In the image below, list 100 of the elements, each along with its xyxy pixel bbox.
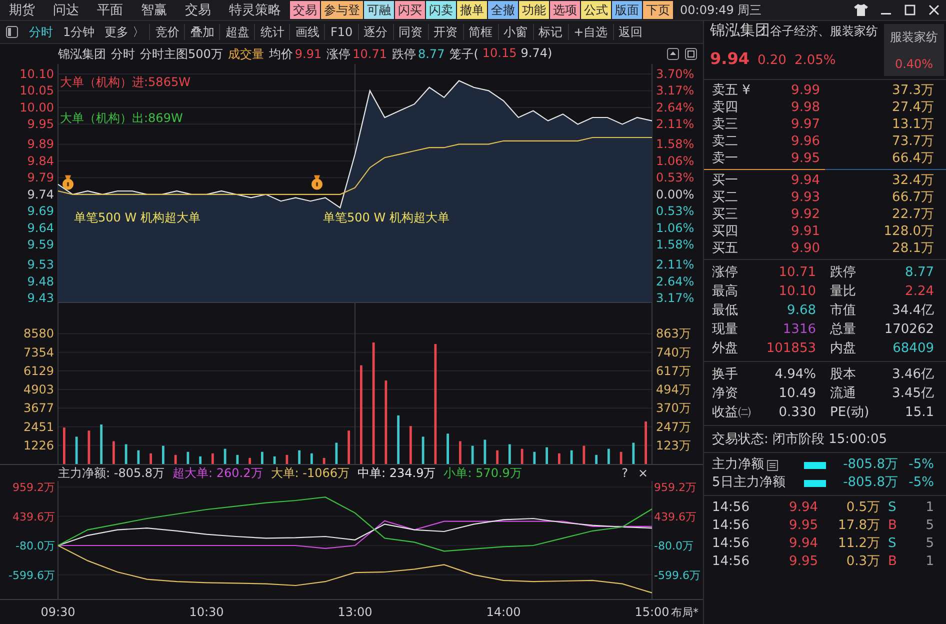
field-value: 10.15 (482, 46, 517, 62)
axis-label: 10.00 (20, 100, 54, 114)
stat-value: 10.49 (778, 385, 816, 403)
axis-label: -80.0万 (654, 540, 694, 553)
axis-label: 9.84 (27, 154, 54, 168)
stat-label: 外盘 (712, 340, 739, 358)
order-level-label: 卖一 (712, 150, 739, 167)
annotation-label: 单笔500 W 机构超大单 (323, 210, 450, 224)
flow-note: 大单（机构）出:869W (60, 111, 183, 125)
order-volume: 73.7万 (891, 133, 934, 150)
field-label: 笼子( (450, 46, 478, 62)
sector-change: 0.40% (894, 56, 934, 71)
axis-label: 3677 (23, 401, 54, 416)
stock-name: 锦泓集团 (58, 46, 106, 62)
trade-time: 14:56 (712, 499, 750, 517)
stat-label: 净资 (712, 385, 739, 403)
order-volume: 128.0万 (882, 223, 934, 240)
trading-status: 交易状态: 闭市阶段 15:00:05 (712, 432, 888, 447)
axis-label: 0.53% (656, 204, 694, 218)
order-volume: 13.1万 (891, 116, 934, 133)
trade-volume: 0.3万 (845, 553, 880, 571)
trade-count: 5 (924, 535, 934, 553)
axis-label: 959.2万 (12, 481, 55, 494)
field-value: 10.71 (352, 47, 387, 61)
trade-time: 14:56 (712, 553, 750, 571)
axis-label: 9.53 (27, 258, 54, 272)
axis-label: 10.05 (20, 84, 54, 98)
stat-label: 最低 (712, 302, 739, 320)
order-level-label: 卖三 (712, 116, 739, 133)
axis-label: 9.95 (27, 117, 54, 132)
trade-volume: 0.5万 (845, 499, 880, 517)
order-volume: 66.4万 (891, 150, 934, 167)
order-level-label: 买二 (712, 189, 739, 206)
legend-item: 中单: 234.9万 (358, 464, 436, 482)
stat-value: 4.94% (774, 366, 816, 384)
stat-value: 68409 (892, 340, 934, 358)
stat-value: 2.24 (904, 283, 934, 301)
stat-label: 最高 (712, 283, 739, 301)
stat-label: 现量 (712, 321, 739, 339)
axis-label: 123万 (656, 438, 691, 452)
axis-label: 439.6万 (12, 510, 55, 524)
stat-label: PE(动) (829, 404, 870, 422)
stat-label: 换手 (712, 366, 739, 384)
axis-label: 9.79 (27, 170, 54, 185)
order-price: 9.96 (790, 133, 820, 150)
order-level-label: 卖四 (712, 99, 739, 116)
stat-value: 1316 (782, 321, 816, 339)
stat-value: 9.68 (786, 302, 816, 320)
order-price: 9.91 (790, 223, 820, 240)
stat-value: 3.45亿 (892, 385, 934, 403)
axis-label: 10.10 (20, 67, 54, 82)
indicator-label: 成交量 (228, 46, 264, 62)
order-volume: 27.4万 (891, 99, 934, 116)
axis-label: 6129 (23, 364, 54, 378)
clock: 00:09:49 周三 (680, 2, 762, 18)
field-label: 均价 (268, 46, 293, 62)
axis-label: 2451 (23, 420, 54, 434)
axis-label: 1.06% (656, 220, 694, 235)
price-change: 0.20 (757, 53, 786, 68)
stat-label: 量比 (829, 283, 857, 301)
order-volume: 37.3万 (891, 82, 934, 99)
flow-percent: -5% (908, 456, 934, 474)
axis-label: 0.53% (656, 170, 694, 185)
legend-item: 超大单: 260.2万 (172, 464, 263, 482)
trade-count: 1 (924, 499, 934, 517)
axis-label: 2.11% (656, 258, 694, 272)
stat-value: 3.46亿 (892, 366, 934, 384)
axis-label: 3.17% (656, 84, 694, 98)
axis-label: 7354 (23, 345, 54, 360)
time-label: 14:00 (486, 605, 521, 619)
time-label: 15:00 (634, 605, 670, 619)
field-value: 9.74) (520, 46, 552, 62)
order-level-label: 卖二 (712, 133, 739, 150)
order-price: 9.99 (790, 82, 820, 99)
flow-percent: -5% (908, 474, 934, 492)
stat-value: 170262 (884, 321, 934, 339)
trade-price: 9.94 (788, 499, 818, 517)
flow-label: 5日主力净额 (712, 474, 786, 492)
order-volume: 22.7万 (891, 206, 934, 223)
axis-label: 1.58% (656, 137, 694, 152)
axis-label: 8580 (23, 326, 54, 341)
axis-label: 1.06% (656, 154, 694, 168)
axis-label: 9.59 (27, 238, 54, 252)
axis-label: 3.70% (656, 67, 694, 82)
order-price: 9.97 (790, 116, 820, 133)
trade-time: 14:56 (712, 517, 750, 535)
stat-label: 总量 (829, 321, 857, 339)
axis-label: 740万 (656, 345, 691, 360)
stat-label: 流通 (829, 385, 857, 403)
annotation-label: 单笔500 W 机构超大单 (74, 210, 200, 224)
axis-label: 617万 (656, 364, 691, 378)
axis-label: 9.64 (27, 220, 54, 235)
axis-label: 1.58% (656, 238, 694, 252)
concept-tags: 谷子经济、服装家纺 (770, 23, 878, 40)
legend-item: 大单: -1066万 (270, 464, 350, 482)
axis-label: 9.43 (27, 291, 54, 302)
stat-value: 10.10 (778, 283, 816, 301)
field-value: 9.91 (294, 47, 322, 61)
order-level-label: 买三 (712, 206, 739, 223)
legend-item: 小单: 570.9万 (444, 464, 522, 482)
